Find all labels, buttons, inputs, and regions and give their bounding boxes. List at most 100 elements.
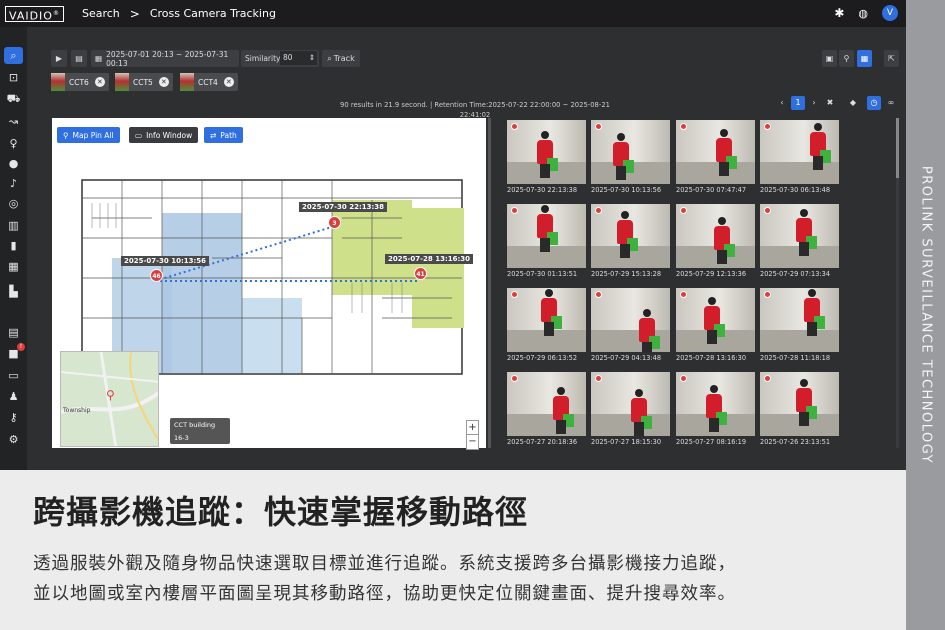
map-pin-icon[interactable] [680, 291, 687, 298]
floorplan-icon[interactable]: ▦ [857, 50, 872, 67]
gallery-thumbnail[interactable] [760, 288, 839, 352]
zoom-out-button[interactable]: − [467, 435, 478, 448]
gallery-item[interactable]: 2025-07-30 01:13:51 [507, 204, 586, 286]
target-icon[interactable]: ◎ [4, 195, 23, 212]
camera-chip[interactable]: CCT4 ✕ [180, 73, 238, 91]
vaidio-logo[interactable]: VAIDIO® [5, 5, 64, 22]
avatar[interactable]: V [882, 5, 898, 21]
shield-icon[interactable]: ◆ [846, 96, 860, 110]
gallery-thumbnail[interactable] [507, 372, 586, 436]
gallery-item[interactable]: 2025-07-28 13:16:30 [676, 288, 755, 370]
report-icon[interactable]: ▤ [4, 324, 23, 341]
gallery-thumbnail[interactable] [676, 204, 755, 268]
battery-icon[interactable]: ▭ [4, 367, 23, 384]
gallery-item[interactable]: 2025-07-29 07:13:34 [760, 204, 839, 286]
export-icon[interactable]: ⇱ [884, 50, 899, 67]
globe-icon[interactable]: ◍ [858, 7, 868, 20]
gallery-item[interactable]: 2025-07-29 12:13:36 [676, 204, 755, 286]
date-range-field[interactable]: ▦ 2025-07-01 20:13 ~ 2025-07-31 00:13 [91, 50, 239, 68]
path-marker[interactable]: 46 [150, 269, 163, 282]
similarity-input[interactable]: 80 ⇕ [280, 51, 317, 65]
map-scrollbar[interactable] [488, 118, 491, 448]
traffic-light-icon[interactable]: ▮ [4, 237, 23, 254]
map-pin-icon[interactable] [511, 375, 518, 382]
camera-chip[interactable]: CCT5 ✕ [115, 73, 173, 91]
clock-icon[interactable]: ◷ [867, 96, 881, 110]
gallery-item[interactable]: 2025-07-29 06:13:52 [507, 288, 586, 370]
settings-icon[interactable]: ⚙ [4, 431, 23, 448]
map-pin-icon[interactable] [680, 375, 687, 382]
running-person-icon[interactable]: ♀ [4, 135, 23, 152]
face-scan-icon[interactable]: ⊡ [4, 69, 23, 86]
path-marker[interactable]: 3 [328, 216, 341, 229]
breadcrumb-search[interactable]: Search [82, 7, 120, 20]
gallery-item[interactable]: 2025-07-26 23:13:51 [760, 372, 839, 454]
search-icon[interactable]: ⌕ [4, 47, 23, 64]
map-pin-icon[interactable] [680, 123, 687, 130]
prev-page-icon[interactable]: ‹ [775, 96, 789, 110]
remove-chip-icon[interactable]: ✕ [94, 77, 105, 87]
building-info-card[interactable]: CCT building 16-3 [170, 418, 230, 444]
map-pin-icon[interactable] [595, 207, 602, 214]
map-pin-icon[interactable] [511, 291, 518, 298]
analytics-icon[interactable]: ▥ [4, 217, 23, 234]
gallery-thumbnail[interactable] [507, 288, 586, 352]
zoom-in-button[interactable]: + [467, 421, 478, 435]
puzzle-icon[interactable]: ✱ [834, 6, 844, 20]
path-trace-icon[interactable]: ↝ [4, 113, 23, 130]
gallery-item[interactable]: 2025-07-27 20:18:36 [507, 372, 586, 454]
gallery-thumbnail[interactable] [760, 120, 839, 184]
gallery-item[interactable]: 2025-07-30 06:13:48 [760, 120, 839, 202]
map-pin-icon[interactable] [511, 123, 518, 130]
remove-chip-icon[interactable]: ✕ [158, 77, 169, 87]
stepper-icon[interactable]: ⇕ [309, 51, 315, 65]
gallery-thumbnail[interactable] [591, 204, 670, 268]
gallery-thumbnail[interactable] [591, 372, 670, 436]
map-pin-icon[interactable] [764, 291, 771, 298]
gallery-thumbnail[interactable] [591, 288, 670, 352]
current-page[interactable]: 1 [791, 96, 805, 110]
map-pin-icon[interactable] [511, 207, 518, 214]
building-icon[interactable]: ▙ [4, 283, 23, 300]
gallery-item[interactable]: 2025-07-30 10:13:56 [591, 120, 670, 202]
map-pin-icon[interactable] [595, 123, 602, 130]
gallery-thumbnail[interactable] [676, 120, 755, 184]
map-location-pin-icon[interactable]: ⚲ [106, 388, 115, 402]
path-button[interactable]: ⇄ Path [204, 127, 243, 143]
alert-icon[interactable]: ● [4, 155, 23, 172]
info-window-button[interactable]: ▭ Info Window [129, 127, 199, 143]
grid-icon[interactable]: ▦ [4, 258, 23, 275]
file-icon[interactable]: ▤ [71, 50, 87, 67]
gallery-thumbnail[interactable] [507, 120, 586, 184]
key-icon[interactable]: ⚷ [4, 409, 23, 426]
gallery-item[interactable]: 2025-07-29 04:13:48 [591, 288, 670, 370]
gallery-thumbnail[interactable] [507, 204, 586, 268]
gallery-item[interactable]: 2025-07-27 18:15:30 [591, 372, 670, 454]
camera-alert-icon[interactable]: ■! [4, 343, 25, 362]
next-page-icon[interactable]: › [807, 96, 821, 110]
map-pin-icon[interactable] [764, 123, 771, 130]
user-icon[interactable]: ♟ [4, 388, 23, 405]
gallery-thumbnail[interactable] [676, 372, 755, 436]
gallery-scrollbar[interactable] [896, 118, 899, 448]
gallery-thumbnail[interactable] [591, 120, 670, 184]
map-pin-icon[interactable] [764, 207, 771, 214]
gallery-item[interactable]: 2025-07-30 22:13:38 [507, 120, 586, 202]
remove-chip-icon[interactable]: ✕ [223, 77, 234, 87]
gallery-item[interactable]: 2025-07-28 11:18:18 [760, 288, 839, 370]
gallery-item[interactable]: 2025-07-29 15:13:28 [591, 204, 670, 286]
bell-icon[interactable]: ♪ [4, 175, 23, 192]
track-button[interactable]: ⌕ Track [322, 50, 360, 67]
mini-map[interactable]: ⚲ Township [60, 351, 159, 447]
map-pin-icon[interactable] [595, 375, 602, 382]
gallery-item[interactable]: 2025-07-27 08:16:19 [676, 372, 755, 454]
vehicle-icon[interactable]: ⛟ [4, 91, 23, 108]
image-icon[interactable]: ▣ [822, 50, 837, 67]
gallery-thumbnail[interactable] [760, 372, 839, 436]
map-pin-all-button[interactable]: ⚲ Map Pin All [57, 127, 120, 143]
link-icon[interactable]: ∞ [884, 96, 898, 110]
gallery-item[interactable]: 2025-07-30 07:47:47 [676, 120, 755, 202]
map-pin-icon[interactable] [764, 375, 771, 382]
map-pin-icon[interactable] [680, 207, 687, 214]
gallery-thumbnail[interactable] [676, 288, 755, 352]
